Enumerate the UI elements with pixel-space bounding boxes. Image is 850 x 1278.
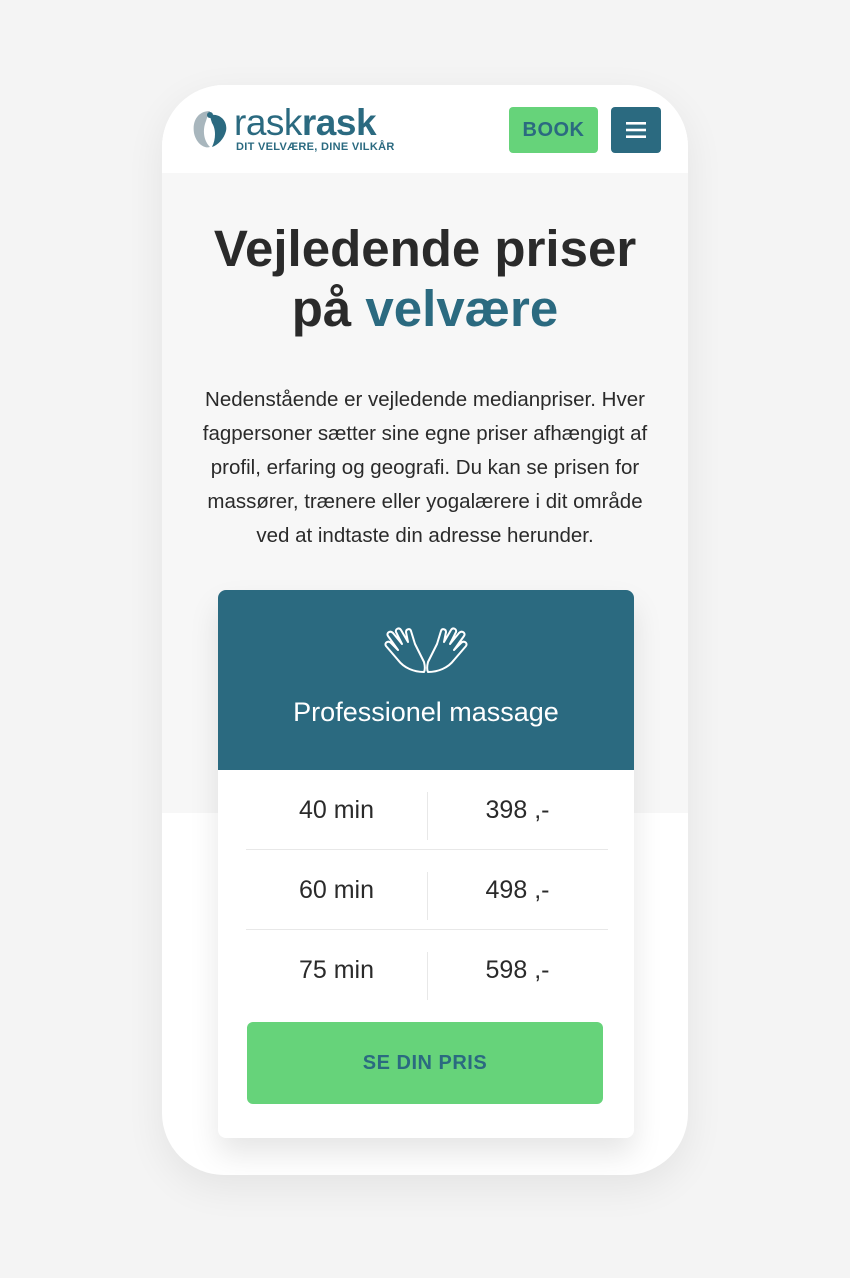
logo-word-light: rask — [234, 102, 302, 143]
price-row: 75 min 598 ,- — [246, 930, 608, 1010]
massage-hands-icon — [384, 627, 468, 673]
page-title: Vejledende priser på velvære — [182, 219, 668, 339]
duration-cell: 40 min — [298, 795, 375, 824]
phone-frame: Vejledende priser på velvære Nedenståend… — [162, 85, 688, 1175]
book-button[interactable]: BOOK — [509, 107, 598, 153]
menu-button[interactable] — [611, 107, 661, 153]
raskrask-logo[interactable]: raskrask DIT VELVÆRE, DINE VILKÅR — [190, 102, 400, 155]
duration-cell: 60 min — [298, 875, 375, 904]
price-cell: 598 ,- — [485, 955, 550, 984]
intro-paragraph: Nedenstående er vejledende medianpriser.… — [202, 388, 648, 547]
see-your-price-button[interactable]: SE DIN PRIS — [247, 1022, 603, 1104]
price-cell: 498 ,- — [485, 875, 550, 904]
price-card-header: Professionel massage — [218, 590, 634, 770]
duration-cell: 75 min — [298, 955, 375, 984]
service-title: Professionel massage — [293, 697, 559, 727]
hamburger-icon — [626, 122, 646, 138]
title-accent-word: velvære — [365, 280, 559, 337]
logo-word-bold: rask — [301, 102, 377, 143]
logo-wordmark: raskrask — [234, 101, 377, 145]
price-cell: 398 ,- — [485, 795, 550, 824]
logo-hands-icon — [193, 111, 227, 148]
title-line-1: Vejledende priser — [213, 220, 637, 277]
price-card: Professionel massage 40 min 398 ,- 60 mi… — [218, 590, 634, 1138]
logo-tagline: DIT VELVÆRE, DINE VILKÅR — [236, 141, 395, 153]
price-table: 40 min 398 ,- 60 min 498 ,- 75 min 598 ,… — [246, 770, 608, 1010]
price-row: 60 min 498 ,- — [246, 850, 608, 930]
top-navigation-bar: raskrask DIT VELVÆRE, DINE VILKÅR BOOK — [162, 85, 688, 173]
title-line-2-prefix: på — [291, 280, 366, 337]
price-row: 40 min 398 ,- — [246, 770, 608, 850]
